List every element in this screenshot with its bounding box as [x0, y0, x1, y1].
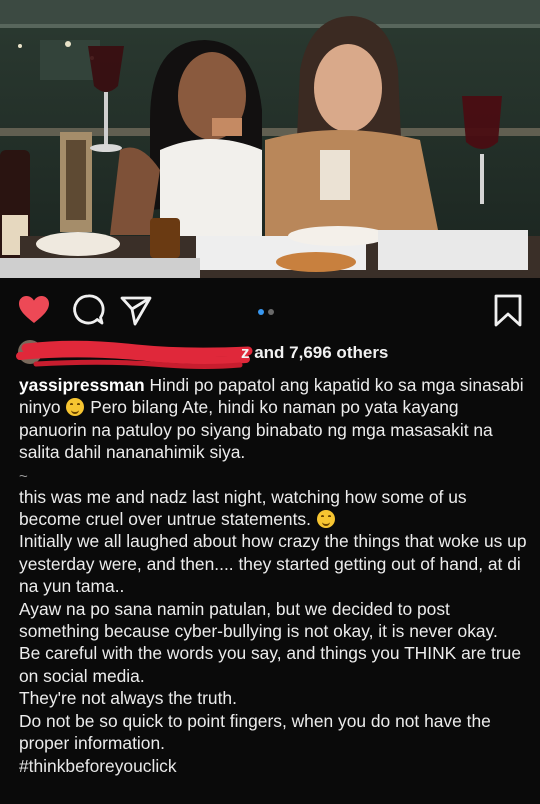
likes-count[interactable]: z and 7,696 others: [241, 343, 388, 363]
redaction-scribble: [16, 340, 253, 369]
bookmark-icon[interactable]: [490, 292, 526, 328]
caption-paragraph: They're not always the truth.: [19, 688, 237, 709]
post-photo[interactable]: [0, 0, 540, 278]
caption-text: this was me and nadz last night, watchin…: [19, 486, 467, 530]
comment-icon[interactable]: [70, 292, 106, 328]
heart-icon[interactable]: [16, 292, 52, 328]
smile-emoji-icon: [66, 398, 85, 417]
hashtag-link[interactable]: #thinkbeforeyouclick: [19, 755, 527, 777]
carousel-dot: [258, 309, 264, 315]
post-caption: yassipressman Hindi po papatol ang kapat…: [19, 374, 527, 777]
caption-separator: ~: [19, 467, 28, 485]
share-icon[interactable]: [118, 292, 154, 328]
caption-text: Pero bilang Ate, hindi ko naman po yata …: [19, 397, 493, 463]
caption-paragraph: this was me and nadz last night, watchin…: [19, 486, 527, 531]
carousel-indicator: [258, 302, 278, 320]
smile-emoji-icon: [316, 510, 335, 529]
caption-paragraph: Initially we all laughed about how crazy…: [19, 531, 527, 597]
carousel-dot: [268, 309, 274, 315]
caption-paragraph: Be careful with the words you say, and t…: [19, 643, 522, 686]
caption-paragraph: Do not be so quick to point fingers, whe…: [19, 710, 491, 754]
username-link[interactable]: yassipressman: [19, 375, 145, 395]
likes-summary[interactable]: z and 7,696 others: [16, 340, 526, 369]
caption-paragraph: Ayaw na po sana namin patulan, but we de…: [19, 598, 498, 642]
photo-illustration: [0, 0, 540, 278]
caption-paragraph: yassipressman Hindi po papatol ang kapat…: [19, 374, 527, 464]
